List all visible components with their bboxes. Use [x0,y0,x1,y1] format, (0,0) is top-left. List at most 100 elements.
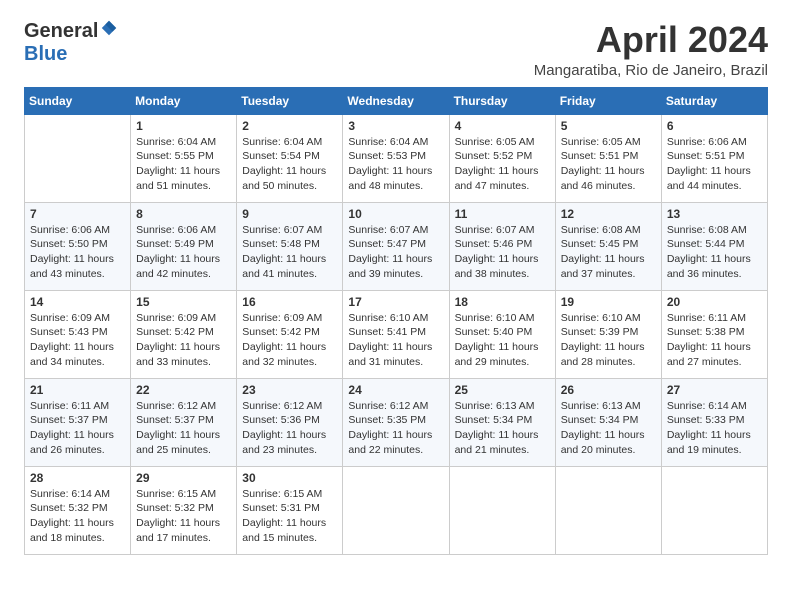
table-row [25,114,131,202]
table-row: 16 Sunrise: 6:09 AMSunset: 5:42 PMDaylig… [237,290,343,378]
col-thursday: Thursday [449,87,555,114]
day-info: Sunrise: 6:04 AMSunset: 5:55 PMDaylight:… [136,136,220,192]
page-header: General Blue April 2024 Mangaratiba, Rio… [24,20,768,79]
day-info: Sunrise: 6:13 AMSunset: 5:34 PMDaylight:… [455,400,539,456]
logo-blue-text: Blue [24,43,67,66]
table-row: 13 Sunrise: 6:08 AMSunset: 5:44 PMDaylig… [661,202,767,290]
day-number: 18 [455,295,550,309]
day-number: 17 [348,295,443,309]
day-number: 4 [455,119,550,133]
day-info: Sunrise: 6:06 AMSunset: 5:50 PMDaylight:… [30,224,114,280]
table-row: 9 Sunrise: 6:07 AMSunset: 5:48 PMDayligh… [237,202,343,290]
calendar-week-5: 28 Sunrise: 6:14 AMSunset: 5:32 PMDaylig… [25,466,768,554]
day-info: Sunrise: 6:10 AMSunset: 5:41 PMDaylight:… [348,312,432,368]
table-row [661,466,767,554]
day-info: Sunrise: 6:12 AMSunset: 5:37 PMDaylight:… [136,400,220,456]
day-number: 2 [242,119,337,133]
day-info: Sunrise: 6:15 AMSunset: 5:31 PMDaylight:… [242,488,326,544]
day-info: Sunrise: 6:11 AMSunset: 5:38 PMDaylight:… [667,312,751,368]
day-number: 9 [242,207,337,221]
table-row: 17 Sunrise: 6:10 AMSunset: 5:41 PMDaylig… [343,290,449,378]
day-info: Sunrise: 6:08 AMSunset: 5:44 PMDaylight:… [667,224,751,280]
col-sunday: Sunday [25,87,131,114]
day-info: Sunrise: 6:07 AMSunset: 5:46 PMDaylight:… [455,224,539,280]
day-info: Sunrise: 6:09 AMSunset: 5:43 PMDaylight:… [30,312,114,368]
day-info: Sunrise: 6:11 AMSunset: 5:37 PMDaylight:… [30,400,114,456]
table-row [555,466,661,554]
month-title: April 2024 [534,20,768,60]
day-number: 8 [136,207,231,221]
logo-icon [100,19,118,37]
table-row: 15 Sunrise: 6:09 AMSunset: 5:42 PMDaylig… [131,290,237,378]
col-tuesday: Tuesday [237,87,343,114]
logo-general-text: General [24,20,98,43]
table-row: 5 Sunrise: 6:05 AMSunset: 5:51 PMDayligh… [555,114,661,202]
day-info: Sunrise: 6:14 AMSunset: 5:32 PMDaylight:… [30,488,114,544]
day-number: 28 [30,471,125,485]
table-row: 30 Sunrise: 6:15 AMSunset: 5:31 PMDaylig… [237,466,343,554]
table-row: 12 Sunrise: 6:08 AMSunset: 5:45 PMDaylig… [555,202,661,290]
day-number: 5 [561,119,656,133]
table-row: 28 Sunrise: 6:14 AMSunset: 5:32 PMDaylig… [25,466,131,554]
table-row: 24 Sunrise: 6:12 AMSunset: 5:35 PMDaylig… [343,378,449,466]
col-saturday: Saturday [661,87,767,114]
table-row: 20 Sunrise: 6:11 AMSunset: 5:38 PMDaylig… [661,290,767,378]
day-number: 24 [348,383,443,397]
table-row: 3 Sunrise: 6:04 AMSunset: 5:53 PMDayligh… [343,114,449,202]
day-number: 12 [561,207,656,221]
day-info: Sunrise: 6:14 AMSunset: 5:33 PMDaylight:… [667,400,751,456]
day-number: 26 [561,383,656,397]
day-info: Sunrise: 6:12 AMSunset: 5:36 PMDaylight:… [242,400,326,456]
calendar-week-3: 14 Sunrise: 6:09 AMSunset: 5:43 PMDaylig… [25,290,768,378]
table-row: 23 Sunrise: 6:12 AMSunset: 5:36 PMDaylig… [237,378,343,466]
calendar-week-2: 7 Sunrise: 6:06 AMSunset: 5:50 PMDayligh… [25,202,768,290]
day-info: Sunrise: 6:13 AMSunset: 5:34 PMDaylight:… [561,400,645,456]
day-info: Sunrise: 6:07 AMSunset: 5:48 PMDaylight:… [242,224,326,280]
table-row: 1 Sunrise: 6:04 AMSunset: 5:55 PMDayligh… [131,114,237,202]
table-row: 4 Sunrise: 6:05 AMSunset: 5:52 PMDayligh… [449,114,555,202]
day-info: Sunrise: 6:10 AMSunset: 5:40 PMDaylight:… [455,312,539,368]
table-row [343,466,449,554]
col-monday: Monday [131,87,237,114]
day-number: 20 [667,295,762,309]
day-info: Sunrise: 6:06 AMSunset: 5:49 PMDaylight:… [136,224,220,280]
table-row: 14 Sunrise: 6:09 AMSunset: 5:43 PMDaylig… [25,290,131,378]
calendar-table: Sunday Monday Tuesday Wednesday Thursday… [24,87,768,555]
day-number: 1 [136,119,231,133]
day-number: 15 [136,295,231,309]
table-row: 19 Sunrise: 6:10 AMSunset: 5:39 PMDaylig… [555,290,661,378]
day-info: Sunrise: 6:08 AMSunset: 5:45 PMDaylight:… [561,224,645,280]
day-number: 27 [667,383,762,397]
day-number: 14 [30,295,125,309]
table-row: 2 Sunrise: 6:04 AMSunset: 5:54 PMDayligh… [237,114,343,202]
table-row: 27 Sunrise: 6:14 AMSunset: 5:33 PMDaylig… [661,378,767,466]
table-row: 29 Sunrise: 6:15 AMSunset: 5:32 PMDaylig… [131,466,237,554]
day-number: 25 [455,383,550,397]
day-info: Sunrise: 6:12 AMSunset: 5:35 PMDaylight:… [348,400,432,456]
table-row: 22 Sunrise: 6:12 AMSunset: 5:37 PMDaylig… [131,378,237,466]
day-number: 6 [667,119,762,133]
day-info: Sunrise: 6:09 AMSunset: 5:42 PMDaylight:… [242,312,326,368]
table-row: 18 Sunrise: 6:10 AMSunset: 5:40 PMDaylig… [449,290,555,378]
day-number: 16 [242,295,337,309]
day-number: 22 [136,383,231,397]
calendar-week-1: 1 Sunrise: 6:04 AMSunset: 5:55 PMDayligh… [25,114,768,202]
day-info: Sunrise: 6:05 AMSunset: 5:52 PMDaylight:… [455,136,539,192]
day-number: 29 [136,471,231,485]
title-section: April 2024 Mangaratiba, Rio de Janeiro, … [534,20,768,79]
location-text: Mangaratiba, Rio de Janeiro, Brazil [534,62,768,79]
day-number: 3 [348,119,443,133]
day-number: 23 [242,383,337,397]
table-row: 21 Sunrise: 6:11 AMSunset: 5:37 PMDaylig… [25,378,131,466]
day-info: Sunrise: 6:04 AMSunset: 5:53 PMDaylight:… [348,136,432,192]
day-number: 13 [667,207,762,221]
table-row: 26 Sunrise: 6:13 AMSunset: 5:34 PMDaylig… [555,378,661,466]
day-info: Sunrise: 6:05 AMSunset: 5:51 PMDaylight:… [561,136,645,192]
table-row: 10 Sunrise: 6:07 AMSunset: 5:47 PMDaylig… [343,202,449,290]
table-row [449,466,555,554]
day-info: Sunrise: 6:07 AMSunset: 5:47 PMDaylight:… [348,224,432,280]
logo: General Blue [24,20,118,66]
col-wednesday: Wednesday [343,87,449,114]
day-number: 30 [242,471,337,485]
calendar-header-row: Sunday Monday Tuesday Wednesday Thursday… [25,87,768,114]
